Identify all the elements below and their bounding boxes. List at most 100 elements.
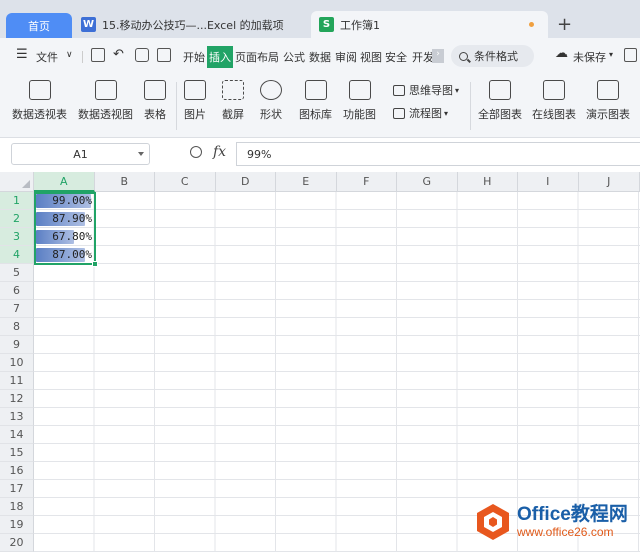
print-icon[interactable] xyxy=(135,48,149,62)
column-header[interactable]: H xyxy=(457,172,518,192)
pivot-chart-label: 数据透视图 xyxy=(78,108,133,121)
row-header[interactable]: 19 xyxy=(0,516,34,534)
row-header[interactable]: 6 xyxy=(0,282,34,300)
row-header[interactable]: 2 xyxy=(0,210,34,228)
spreadsheet-icon: S xyxy=(319,17,334,32)
menu-view[interactable]: 视图 xyxy=(360,49,382,65)
cell-a3[interactable]: 67.80% xyxy=(34,228,95,246)
menu-review[interactable]: 审阅 xyxy=(335,49,357,65)
row-header[interactable]: 13 xyxy=(0,408,34,426)
row-header[interactable]: 8 xyxy=(0,318,34,336)
pivot-chart-button[interactable]: 数据透视图 xyxy=(78,80,133,122)
share-icon[interactable] xyxy=(624,48,637,62)
online-charts-label: 在线图表 xyxy=(532,108,576,121)
column-header[interactable]: C xyxy=(155,172,216,192)
menu-security[interactable]: 安全 xyxy=(385,49,407,65)
online-chart-icon xyxy=(543,80,565,100)
shape-button[interactable]: 形状 xyxy=(260,80,282,122)
pivot-table-label: 数据透视表 xyxy=(12,108,67,121)
row-header[interactable]: 7 xyxy=(0,300,34,318)
row-header[interactable]: 20 xyxy=(0,534,34,552)
row-header[interactable]: 14 xyxy=(0,426,34,444)
hamburger-icon[interactable]: ☰ xyxy=(16,47,28,62)
tab-document[interactable]: W 15.移动办公技巧—...Excel 的加载项 xyxy=(75,11,307,38)
flowchart-button[interactable]: 流程图 ▾ xyxy=(393,105,448,121)
column-header[interactable]: E xyxy=(276,172,337,192)
row-header[interactable]: 18 xyxy=(0,498,34,516)
new-tab-plus-icon[interactable]: + xyxy=(557,14,572,35)
formula-input[interactable]: 99% xyxy=(236,142,640,166)
search-box[interactable]: 条件格式 xyxy=(451,45,534,67)
screenshot-button[interactable]: 截屏 xyxy=(222,80,244,122)
zoom-icon[interactable] xyxy=(190,146,202,158)
cell-a4[interactable]: 87.00% xyxy=(34,246,95,264)
column-header[interactable]: F xyxy=(336,172,397,192)
row-header[interactable]: 9 xyxy=(0,336,34,354)
cell-a2[interactable]: 87.90% xyxy=(34,210,95,228)
tab-home-label: 首页 xyxy=(28,19,50,33)
save-icon[interactable] xyxy=(91,48,105,62)
demo-chart-icon xyxy=(597,80,619,100)
pivot-table-icon xyxy=(28,80,51,100)
function-chart-button[interactable]: 功能图 xyxy=(343,80,376,122)
name-box[interactable]: A1 xyxy=(11,143,150,165)
row-header[interactable]: 12 xyxy=(0,390,34,408)
row-header[interactable]: 3 xyxy=(0,228,34,246)
menu-formula[interactable]: 公式 xyxy=(283,49,305,65)
demo-charts-button[interactable]: 演示图表 xyxy=(586,80,630,122)
tab-home[interactable]: 首页 xyxy=(6,13,72,38)
column-header[interactable]: J xyxy=(578,172,640,192)
pivot-table-button[interactable]: 数据透视表 xyxy=(12,80,67,122)
tab-document-label: 15.移动办公技巧—...Excel 的加载项 xyxy=(102,18,284,32)
row-header[interactable]: 11 xyxy=(0,372,34,390)
undo-icon[interactable]: ↶ xyxy=(113,47,124,62)
column-header[interactable]: A xyxy=(34,172,95,192)
row-header[interactable]: 4 xyxy=(0,246,34,264)
watermark-url: www.office26.com xyxy=(517,525,614,539)
row-header[interactable]: 10 xyxy=(0,354,34,372)
cells-area[interactable] xyxy=(34,192,640,552)
online-charts-button[interactable]: 在线图表 xyxy=(532,80,576,122)
row-header[interactable]: 17 xyxy=(0,480,34,498)
unsaved-dot-icon xyxy=(529,22,534,27)
fx-icon[interactable]: fx xyxy=(213,144,226,160)
shape-label: 形状 xyxy=(260,108,282,121)
mindmap-button[interactable]: 思维导图 ▾ xyxy=(393,82,459,98)
table-label: 表格 xyxy=(144,108,166,121)
row-header[interactable]: 16 xyxy=(0,462,34,480)
column-header[interactable]: B xyxy=(94,172,155,192)
select-all-corner[interactable] xyxy=(0,172,34,192)
menu-dev[interactable]: 开发 xyxy=(412,49,432,65)
picture-label: 图片 xyxy=(184,108,206,121)
word-doc-icon: W xyxy=(81,17,96,32)
column-header[interactable]: D xyxy=(215,172,276,192)
row-header[interactable]: 1 xyxy=(0,192,34,210)
more-tabs-arrow-icon[interactable]: › xyxy=(432,49,444,63)
menu-page-layout[interactable]: 页面布局 xyxy=(235,49,279,65)
picture-button[interactable]: 图片 xyxy=(184,80,206,122)
row-header[interactable]: 15 xyxy=(0,444,34,462)
menu-file[interactable]: 文件 xyxy=(36,49,58,65)
row-header[interactable]: 5 xyxy=(0,264,34,282)
table-button[interactable]: 表格 xyxy=(144,80,166,122)
tab-workbook[interactable]: S 工作簿1 xyxy=(311,11,548,38)
title-tab-bar: 首页 W 15.移动办公技巧—...Excel 的加载项 S 工作簿1 + xyxy=(0,0,640,38)
menu-start[interactable]: 开始 xyxy=(183,49,205,65)
chevron-down-icon[interactable]: ∨ xyxy=(66,50,73,60)
formula-bar: A1 fx 99% xyxy=(0,138,640,170)
column-header[interactable]: G xyxy=(397,172,458,192)
cell-value: 87.00% xyxy=(52,248,92,261)
icon-library-button[interactable]: 图标库 xyxy=(299,80,332,122)
status-dropdown-icon[interactable]: ▾ xyxy=(609,50,613,59)
unsaved-status[interactable]: 未保存 xyxy=(573,49,606,65)
print-preview-icon[interactable] xyxy=(157,48,171,62)
name-box-dropdown-icon[interactable] xyxy=(138,152,144,156)
column-header[interactable]: I xyxy=(518,172,579,192)
cell-value: 87.90% xyxy=(52,212,92,225)
menu-insert[interactable]: 插入 xyxy=(207,46,233,68)
cell-a1[interactable]: 99.00% xyxy=(34,192,95,210)
function-chart-icon xyxy=(348,80,371,100)
picture-icon xyxy=(184,80,206,100)
menu-data[interactable]: 数据 xyxy=(309,49,331,65)
all-charts-button[interactable]: 全部图表 xyxy=(478,80,522,122)
